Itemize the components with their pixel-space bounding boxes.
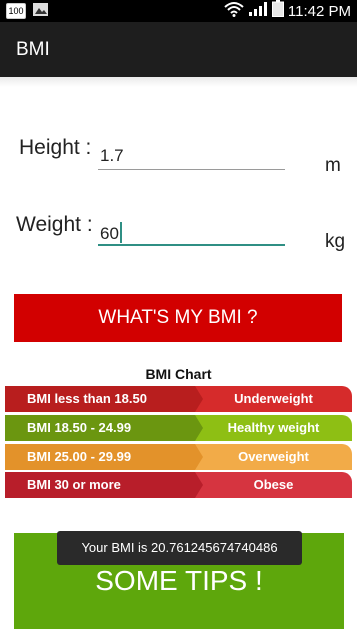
bmi-chart-row-obese: BMI 30 or more Obese xyxy=(5,472,352,498)
battery-icon xyxy=(271,0,284,22)
height-input-underline xyxy=(98,169,285,170)
weight-input-value: 60 xyxy=(100,224,119,243)
bmi-category-label: Overweight xyxy=(195,444,352,470)
bmi-result-toast: Your BMI is 20.761245674740486 xyxy=(57,531,302,565)
status-right: 11:42 PM xyxy=(224,0,351,22)
weight-input-underline xyxy=(98,244,285,246)
row-arrow-shape xyxy=(187,472,203,498)
bmi-range-label: BMI 30 or more xyxy=(5,472,195,498)
clock-time: 11:42 PM xyxy=(287,2,351,20)
app-bar-shadow xyxy=(0,77,357,87)
height-input-value: 1.7 xyxy=(100,146,124,165)
bmi-category-label: Underweight xyxy=(195,386,352,412)
bmi-chart-title: BMI Chart xyxy=(145,366,212,382)
row-arrow-shape xyxy=(187,415,203,441)
wifi-icon xyxy=(224,1,244,22)
weight-label: Weight : xyxy=(16,213,93,236)
text-cursor xyxy=(119,222,122,243)
bmi-category-label: Obese xyxy=(195,472,352,498)
bmi-chart-row-healthy: BMI 18.50 - 24.99 Healthy weight xyxy=(5,415,352,441)
signal-icon xyxy=(248,1,268,22)
bmi-category-label: Healthy weight xyxy=(195,415,352,441)
bmi-range-label: BMI 18.50 - 24.99 xyxy=(5,415,195,441)
bmi-range-label: BMI 25.00 - 29.99 xyxy=(5,444,195,470)
status-bar: 100 11:42 PM xyxy=(0,0,357,22)
row-arrow-shape xyxy=(187,444,203,470)
row-arrow-shape xyxy=(187,386,203,412)
height-input[interactable]: 1.7 xyxy=(99,146,124,166)
app-title: BMI xyxy=(16,39,50,60)
image-icon xyxy=(33,3,48,16)
whats-my-bmi-button[interactable]: WHAT'S MY BMI ? xyxy=(14,294,342,342)
bmi-chart-row-underweight: BMI less than 18.50 Underweight xyxy=(5,386,352,412)
bmi-range-label: BMI less than 18.50 xyxy=(5,386,195,412)
height-unit: m xyxy=(325,155,341,176)
app-bar: BMI xyxy=(0,22,357,77)
height-label: Height : xyxy=(19,136,92,159)
weight-unit: kg xyxy=(325,231,346,252)
battery-icon: 100 xyxy=(6,3,26,19)
bmi-chart-row-overweight: BMI 25.00 - 29.99 Overweight xyxy=(5,444,352,470)
weight-input[interactable]: 60 xyxy=(99,222,122,244)
